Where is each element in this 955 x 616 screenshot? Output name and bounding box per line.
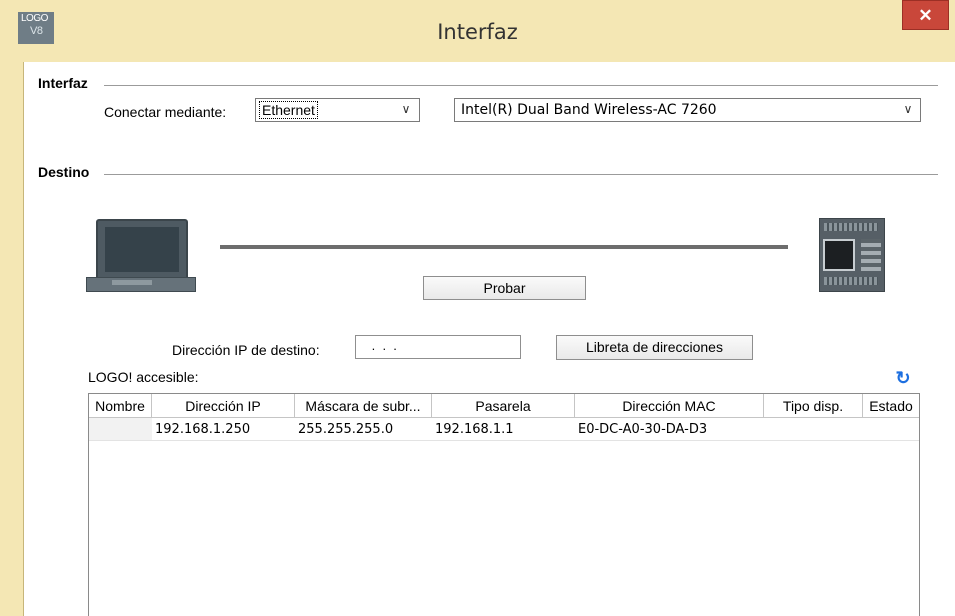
column-header-ip[interactable]: Dirección IP — [152, 394, 295, 418]
destination-ip-value: . . . — [368, 338, 397, 353]
close-button[interactable]: ✕ — [902, 0, 949, 30]
table-cell-mac: E0-DC-A0-30-DA-D3 — [575, 418, 764, 441]
connect-via-value: Ethernet — [259, 101, 318, 119]
interface-section-legend: Interfaz — [38, 75, 88, 91]
accessible-logo-label: LOGO! accesible: — [88, 369, 199, 385]
connect-via-label: Conectar mediante: — [104, 104, 227, 120]
destination-section-divider — [104, 174, 938, 175]
network-adapter-select[interactable]: Intel(R) Dual Band Wireless-AC 7260 ∨ — [454, 98, 921, 122]
address-book-button[interactable]: Libreta de direcciones — [556, 335, 753, 360]
table-cell-status — [863, 418, 919, 441]
test-button[interactable]: Probar — [423, 276, 586, 300]
computer-icon — [96, 219, 188, 281]
chevron-down-icon[interactable]: ∨ — [901, 100, 915, 118]
column-header-device-type[interactable]: Tipo disp. — [764, 394, 863, 418]
table-cell-mask: 255.255.255.0 — [295, 418, 432, 441]
table-cell-device-type — [764, 418, 863, 441]
destination-ip-input[interactable]: . . . — [355, 335, 521, 359]
destination-ip-label: Dirección IP de destino: — [172, 342, 320, 358]
connection-line — [220, 245, 788, 249]
refresh-icon[interactable]: ↻ — [893, 369, 913, 387]
chevron-down-icon[interactable]: ∨ — [399, 100, 413, 118]
table-cell-ip: 192.168.1.250 — [152, 418, 295, 441]
column-header-mac[interactable]: Dirección MAC — [575, 394, 764, 418]
column-header-status[interactable]: Estado — [863, 394, 919, 418]
column-header-gateway[interactable]: Pasarela — [432, 394, 575, 418]
interface-section-divider — [104, 85, 938, 86]
accessible-devices-table: Nombre Dirección IP Máscara de subr... P… — [88, 393, 920, 616]
computer-keyboard — [112, 280, 152, 285]
column-header-name[interactable]: Nombre — [89, 394, 152, 418]
network-adapter-value: Intel(R) Dual Band Wireless-AC 7260 — [461, 102, 717, 118]
column-header-mask[interactable]: Máscara de subr... — [295, 394, 432, 418]
plc-device-icon — [819, 218, 885, 292]
connect-via-select[interactable]: Ethernet ∨ — [255, 98, 420, 122]
table-cell-gateway: 192.168.1.1 — [432, 418, 575, 441]
table-cell-name — [89, 418, 152, 441]
window-title: Interfaz — [437, 20, 518, 44]
destination-section-legend: Destino — [38, 164, 90, 180]
